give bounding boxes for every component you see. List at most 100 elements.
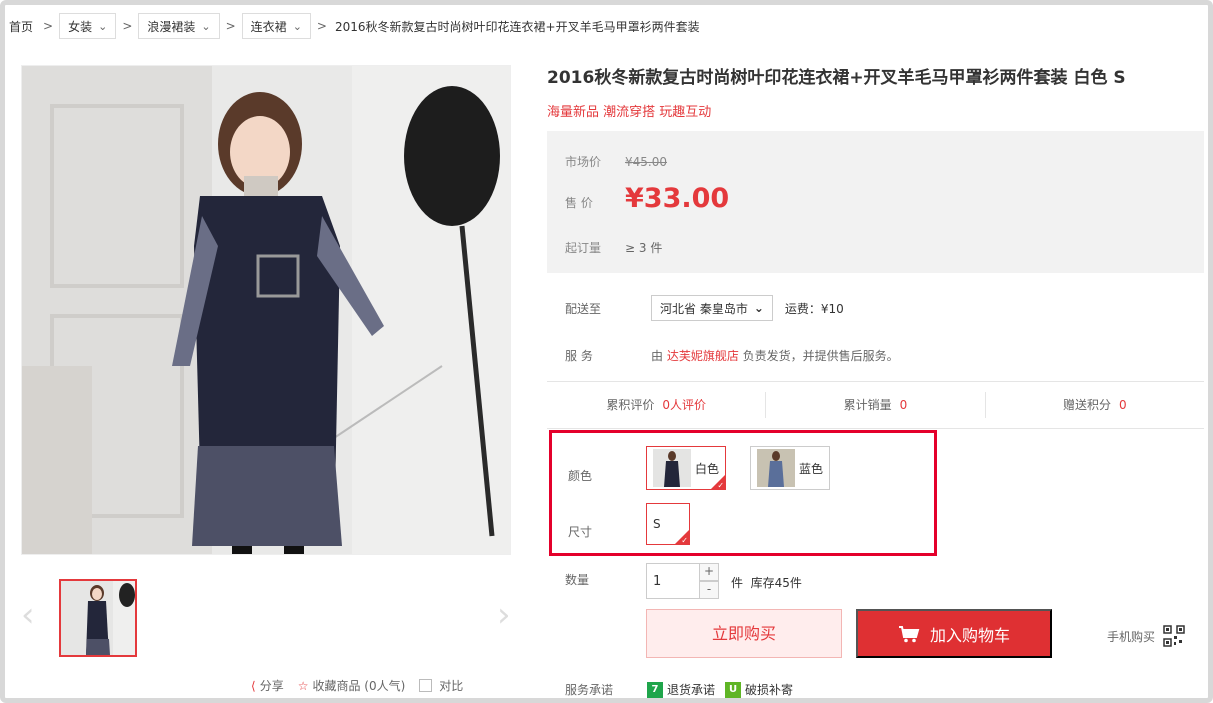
stat-label: 累积评价 (606, 398, 655, 412)
market-price-label: 市场价 (565, 155, 602, 169)
chevron-down-icon: ⌄ (753, 301, 764, 315)
size-label: 尺寸 (568, 525, 593, 539)
stats-bar: 累积评价 0人评价 累计销量 0 赠送积分 0 (547, 381, 1204, 429)
breadcrumb-dropdown-womenswear[interactable]: 女装 ⌄ (59, 13, 117, 39)
store-link[interactable]: 达芙妮旗舰店 (667, 347, 739, 364)
check-icon: ✓ (717, 481, 725, 490)
stat-label: 累计销量 (843, 398, 892, 412)
region-value: 河北省 秦皇岛市 (660, 301, 748, 316)
stat-value: 0 (1119, 398, 1127, 412)
region-select[interactable]: 河北省 秦皇岛市 ⌄ (651, 295, 773, 321)
service-promise: 服务承诺 7 退货承诺 U 破损补寄 (565, 681, 803, 698)
product-page: 首页 > 女装 ⌄ > 浪漫裙装 ⌄ > 连衣裙 ⌄ > 2016秋冬新款复古时… (0, 0, 1213, 703)
mobile-buy[interactable]: 手机购买 (1107, 625, 1186, 647)
service-suffix: 负责发货，并提供售后服务。 (738, 349, 899, 363)
stat-value: 0人评价 (662, 398, 706, 412)
promise-text: 破损补寄 (745, 683, 794, 697)
sku-selector: 颜色 白色 ✓ 蓝色 尺寸 S ✓ (549, 430, 937, 556)
product-main-image[interactable] (21, 65, 511, 555)
star-icon[interactable]: ☆ (298, 679, 309, 693)
quantity-label: 数量 (565, 573, 590, 587)
freight-text: 运费：¥10 (784, 301, 844, 316)
chevron-down-icon: ⌄ (98, 19, 108, 33)
chevron-down-icon: ⌄ (201, 19, 211, 33)
quantity-input[interactable] (646, 563, 700, 599)
stat-points: 赠送积分 0 (986, 392, 1204, 418)
service-label: 服 务 (565, 349, 593, 363)
breadcrumb: 首页 > 女装 ⌄ > 浪漫裙装 ⌄ > 连衣裙 ⌄ > 2016秋冬新款复古时… (5, 11, 700, 41)
breadcrumb-label: 连衣裙 (250, 19, 287, 34)
quantity-plus-button[interactable]: + (699, 563, 719, 581)
size-option-s[interactable]: S ✓ (646, 503, 690, 545)
damage-badge-icon: U (725, 681, 742, 698)
breadcrumb-label: 浪漫裙装 (147, 19, 196, 34)
buy-now-button[interactable]: 立即购买 (646, 609, 842, 658)
stat-sales: 累计销量 0 (766, 392, 986, 418)
swatch-photo (653, 449, 691, 487)
breadcrumb-home[interactable]: 首页 (5, 18, 37, 35)
color-label: 颜色 (568, 469, 593, 483)
check-icon: ✓ (681, 536, 688, 545)
quantity-minus-button[interactable]: - (699, 581, 719, 599)
product-photo (22, 66, 510, 554)
moq-row: 起订量 ≥ 3 件 (565, 239, 662, 256)
market-price-value: ¥45.00 (625, 155, 667, 169)
swatch-image (757, 449, 795, 487)
stat-label: 赠送积分 (1062, 398, 1111, 412)
breadcrumb-separator: > (122, 19, 133, 33)
share-icon[interactable]: ⟨ (251, 679, 256, 693)
sale-price-label: 售 价 (565, 196, 593, 210)
delivery-label: 配送至 (565, 301, 602, 316)
breadcrumb-separator: > (43, 19, 54, 33)
compare-checkbox[interactable] (419, 679, 433, 692)
swatch-photo (757, 449, 795, 487)
service-prefix: 由 (651, 349, 667, 363)
promise-text: 退货承诺 (667, 683, 716, 697)
return-badge-icon: 7 (647, 681, 663, 698)
size-option-label: S (653, 517, 661, 531)
sale-price-row: 售 价 ¥33.00 (565, 183, 729, 214)
qr-code-icon (1163, 625, 1186, 647)
color-option-white[interactable]: 白色 ✓ (646, 446, 727, 490)
quantity-unit-stock: 件 库存45件 (731, 574, 802, 591)
chevron-right-icon[interactable]: › (497, 595, 511, 635)
promise-return[interactable]: 7 退货承诺 (647, 681, 715, 698)
add-to-cart-label: 加入购物车 (929, 625, 1010, 645)
quantity-unit: 件 (731, 576, 744, 590)
stat-value: 0 (899, 398, 908, 412)
breadcrumb-separator: > (316, 19, 327, 33)
color-option-label: 蓝色 (799, 461, 824, 476)
market-price-row: 市场价 ¥45.00 (565, 153, 667, 170)
breadcrumb-separator: > (225, 19, 236, 33)
breadcrumb-current: 2016秋冬新款复古时尚树叶印花连衣裙+开叉羊毛马甲罩衫两件套装 (334, 19, 700, 34)
gallery-thumbnail[interactable] (59, 579, 137, 657)
moq-label: 起订量 (565, 241, 602, 255)
mobile-buy-label: 手机购买 (1107, 629, 1156, 644)
chevron-left-icon[interactable]: ‹ (21, 595, 35, 635)
breadcrumb-dropdown-dresses-romantic[interactable]: 浪漫裙装 ⌄ (138, 13, 220, 39)
breadcrumb-label: 女装 (68, 19, 93, 34)
product-title: 2016秋冬新款复古时尚树叶印花连衣裙+开叉羊毛马甲罩衫两件套装 白色 S (547, 68, 1126, 88)
favorite-link[interactable]: 收藏商品 (0人气) (312, 677, 405, 694)
stat-reviews[interactable]: 累积评价 0人评价 (547, 392, 767, 418)
breadcrumb-dropdown-dress[interactable]: 连衣裙 ⌄ (241, 13, 311, 39)
sale-price-value: ¥33.00 (625, 183, 730, 214)
color-option-blue[interactable]: 蓝色 (750, 446, 831, 490)
promise-damage[interactable]: U 破损补寄 (725, 681, 793, 698)
color-option-label: 白色 (695, 461, 720, 476)
compare-label: 对比 (439, 679, 464, 693)
chevron-down-icon: ⌄ (292, 19, 302, 33)
stock-text: 库存45件 (750, 576, 802, 590)
thumbnail-photo (61, 581, 135, 655)
gallery-strip: ‹ › (21, 577, 511, 659)
cart-icon (898, 625, 920, 642)
swatch-image (653, 449, 691, 487)
price-panel: 市场价 ¥45.00 售 价 ¥33.00 起订量 ≥ 3 件 (547, 131, 1204, 273)
delivery-row: 配送至 河北省 秦皇岛市 ⌄ 运费：¥10 (565, 295, 844, 321)
moq-value: ≥ 3 件 (625, 241, 663, 255)
promise-label: 服务承诺 (565, 683, 614, 697)
share-link[interactable]: 分享 (260, 677, 284, 694)
add-to-cart-button[interactable]: 加入购物车 (856, 609, 1052, 658)
service-row: 服 务 由 达芙妮旗舰店 负责发货，并提供售后服务。 (565, 347, 899, 364)
share-bar: ⟨ 分享 ☆ 收藏商品 (0人气) 对比 (251, 677, 463, 694)
